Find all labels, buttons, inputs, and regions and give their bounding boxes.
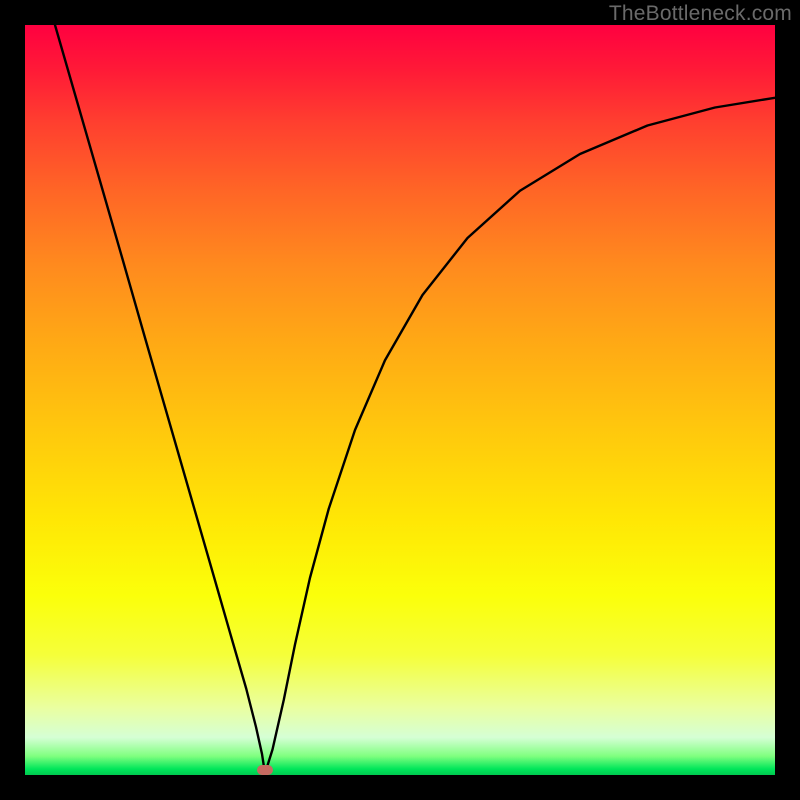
optimum-marker: [257, 765, 273, 775]
plot-area: [25, 25, 775, 775]
bottleneck-curve: [25, 25, 775, 775]
chart-frame: TheBottleneck.com: [0, 0, 800, 800]
watermark-text: TheBottleneck.com: [609, 2, 792, 26]
